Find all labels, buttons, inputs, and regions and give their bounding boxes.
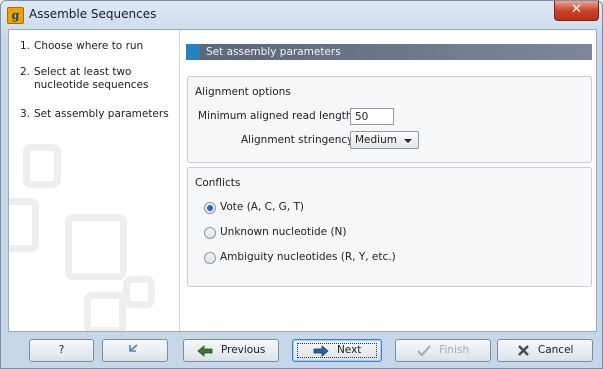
radio-button[interactable] xyxy=(204,227,216,239)
conflicts-title: Conflicts xyxy=(195,177,241,189)
wizard-steps: 1. Choose where to run 2. Select at leas… xyxy=(9,30,180,331)
min-length-label: Minimum aligned read length xyxy=(198,110,353,122)
window-title: Assemble Sequences xyxy=(29,7,157,21)
finish-button: Finish xyxy=(395,339,491,362)
checkmark-icon xyxy=(417,344,431,356)
previous-button[interactable]: Previous xyxy=(183,339,279,362)
header-accent-mark xyxy=(186,44,200,60)
watermark-square xyxy=(23,144,61,188)
alignment-options-group: Alignment options Minimum aligned read l… xyxy=(187,76,592,163)
previous-label: Previous xyxy=(220,344,266,356)
reset-button[interactable] xyxy=(102,339,168,362)
close-button[interactable]: ✕ xyxy=(554,1,599,21)
radio-button[interactable] xyxy=(204,252,216,264)
radio-label: Unknown nucleotide (N) xyxy=(220,226,347,238)
step-number: 2. xyxy=(20,66,31,78)
watermark-square xyxy=(84,292,126,331)
dialog-content: 1. Choose where to run 2. Select at leas… xyxy=(8,29,597,332)
focus-ring xyxy=(297,343,377,358)
radio-button-selected[interactable] xyxy=(204,202,216,214)
stringency-selected-value: Medium xyxy=(355,134,397,146)
alignment-options-title: Alignment options xyxy=(195,86,291,98)
cancel-x-icon xyxy=(517,345,529,356)
cancel-label: Cancel xyxy=(537,344,574,356)
next-button[interactable]: Next xyxy=(292,339,382,362)
radio-label: Vote (A, C, G, T) xyxy=(220,201,304,213)
step-label: Choose where to run xyxy=(34,40,144,52)
radio-label: Ambiguity nucleotides (R, Y, etc.) xyxy=(220,251,396,263)
assemble-sequences-dialog: g Assemble Sequences ✕ 1. Choose where t… xyxy=(0,0,603,369)
conflicts-group: Conflicts Vote (A, C, G, T) Unknown nucl… xyxy=(187,167,592,287)
finish-label: Finish xyxy=(439,344,470,356)
chevron-down-icon xyxy=(404,139,412,143)
title-bar[interactable]: g Assemble Sequences ✕ xyxy=(1,1,602,29)
step-label: Select at least two nucleotide sequences xyxy=(34,66,149,91)
stringency-dropdown[interactable]: Medium xyxy=(350,131,419,149)
section-header: Set assembly parameters xyxy=(186,44,592,60)
section-header-title: Set assembly parameters xyxy=(206,46,341,58)
watermark-square xyxy=(123,276,155,308)
watermark-square xyxy=(9,198,39,252)
cancel-button[interactable]: Cancel xyxy=(497,339,593,362)
step-number: 3. xyxy=(20,108,31,120)
min-length-input[interactable]: 50 xyxy=(350,108,394,125)
app-logo-icon: g xyxy=(7,7,24,24)
watermark-square xyxy=(65,214,127,280)
step-number: 1. xyxy=(20,40,31,52)
help-label: ? xyxy=(58,344,65,356)
stringency-label: Alignment stringency xyxy=(241,134,354,146)
arrow-left-icon xyxy=(197,344,213,357)
undo-arrow-icon xyxy=(128,344,138,352)
help-button[interactable]: ? xyxy=(29,339,94,362)
step-label: Set assembly parameters xyxy=(34,108,169,120)
parameters-panel: Set assembly parameters Alignment option… xyxy=(184,30,596,331)
